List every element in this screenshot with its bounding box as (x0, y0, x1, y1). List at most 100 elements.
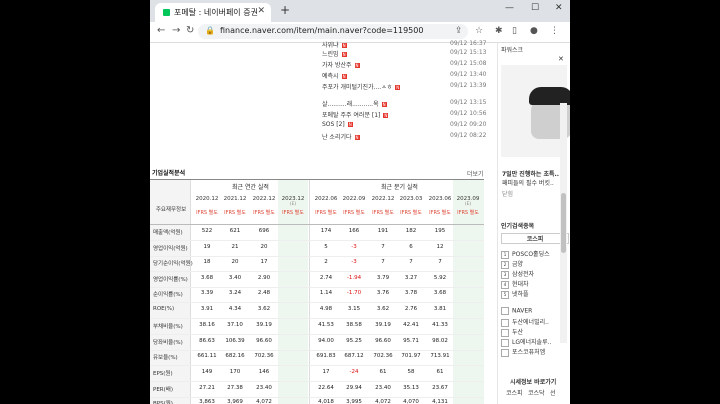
news-title[interactable]: 살..........래...........옥 (322, 101, 379, 108)
table-cell: 166 (348, 228, 360, 234)
popular-stock-item[interactable]: 2 금양 (501, 259, 523, 269)
ifrs-label: IFRS 별도 (343, 210, 365, 216)
news-item[interactable]: 가자 방산주 N (322, 60, 360, 69)
stock-name[interactable]: 금양 (512, 261, 523, 268)
new-tab-icon[interactable]: + (280, 3, 290, 17)
recent-stock-item[interactable]: 포스코퓨처엠 (501, 347, 545, 357)
row-divider (150, 256, 484, 257)
news-item[interactable]: 포메탈 주주 여러분 [1] N (322, 110, 389, 119)
scrollbar-thumb[interactable] (561, 193, 566, 253)
popular-stock-item[interactable]: 3 삼성전자 (501, 269, 534, 279)
stock-name[interactable]: 포스코퓨처엠 (512, 349, 545, 356)
row-label: 유보율(%) (153, 355, 178, 361)
stock-name[interactable]: POSCO홀딩스 (512, 251, 550, 258)
popular-stock-item[interactable]: 4 현대차 (501, 279, 529, 289)
table-cell: 38.16 (199, 322, 215, 328)
ifrs-label: IFRS 별도 (253, 210, 275, 216)
column-divider (309, 180, 310, 404)
table-cell: 17 (260, 259, 268, 265)
more-link[interactable]: 더보기 (467, 169, 484, 178)
news-item[interactable]: 난 소리기다 N (322, 132, 360, 141)
sidebar-ad-image[interactable] (501, 65, 570, 157)
recent-stock-item[interactable]: 두산 (501, 327, 523, 337)
news-item[interactable]: 느린밈 N (322, 49, 347, 58)
period-header: 2022.06 (314, 196, 338, 202)
table-cell: 4,070 (403, 399, 419, 404)
news-item[interactable]: SOS [2] N (322, 121, 353, 128)
close-window-icon[interactable]: ✕ (555, 3, 563, 13)
sidepanel-icon[interactable]: ▯ (512, 26, 517, 36)
ifrs-label: IFRS 별도 (315, 210, 337, 216)
close-tab-icon[interactable]: ✕ (257, 6, 265, 16)
back-icon[interactable]: ← (157, 25, 165, 36)
news-title[interactable]: 주포가 개미털기진가....ㅅㅎ (322, 84, 392, 91)
stock-name[interactable]: 두산 (512, 329, 523, 336)
table-cell: 3.62 (257, 306, 271, 312)
stock-name[interactable]: LG에너지솔루.. (512, 339, 551, 346)
row-divider (150, 271, 484, 272)
table-cell: 3.40 (228, 275, 242, 281)
table-cell: 41.53 (318, 322, 334, 328)
news-item[interactable]: 주포가 개미털기진가....ㅅㅎ N (322, 82, 401, 91)
table-cell: 37.10 (227, 322, 243, 328)
share-icon[interactable]: ⇪ (455, 26, 463, 36)
financial-section-title: 기업실적분석 (152, 170, 186, 177)
stock-name[interactable]: 삼성전자 (512, 271, 534, 278)
kospi-tab[interactable]: 코스피 (501, 233, 569, 244)
stock-name[interactable]: 현대차 (512, 281, 529, 288)
table-cell: 7 (438, 259, 442, 265)
table-cell: 4.98 (319, 306, 333, 312)
row-label: 영업이익(억원) (153, 246, 188, 252)
stock-name[interactable]: NAVER (512, 308, 532, 315)
table-cell: 661.11 (197, 353, 217, 359)
page-scrollbar[interactable] (560, 103, 567, 343)
recent-stock-item[interactable]: 두산에너빌리.. (501, 317, 549, 327)
profile-avatar-icon[interactable]: ● (530, 26, 538, 36)
stock-name[interactable]: 두산에너빌리.. (512, 319, 549, 326)
forward-icon[interactable]: → (172, 25, 180, 36)
table-cell: -1.94 (346, 275, 362, 281)
table-cell: 4,131 (432, 399, 448, 404)
market-tab[interactable]: 선 (550, 388, 556, 397)
ad-caption-1[interactable]: 7일만 진행하는 초특.. (502, 169, 559, 178)
news-item[interactable]: 살..........래...........옥 N (322, 99, 387, 108)
news-title[interactable]: 느린밈 (322, 51, 339, 58)
minimize-icon[interactable]: — (505, 3, 514, 13)
news-title[interactable]: 사위냐 (322, 42, 339, 49)
column-divider (190, 180, 191, 404)
table-cell: 27.38 (227, 385, 243, 391)
sidebar-close-icon[interactable]: ✕ (558, 55, 564, 63)
url-field[interactable]: 🔒 finance.naver.com/item/main.naver?code… (198, 24, 468, 39)
news-title[interactable]: 포메탈 주주 여러분 [1] (322, 112, 380, 119)
recent-stock-item[interactable]: LG에너지솔루.. (501, 337, 551, 347)
news-title[interactable]: 가자 방산주 (322, 62, 352, 69)
popular-stock-item[interactable]: 5 넷하플 (501, 289, 529, 299)
new-badge-icon: N (381, 102, 387, 107)
news-item[interactable]: 사위냐 N (322, 40, 347, 49)
browser-tab[interactable]: 포메탈 : 네이버페이 증권 ✕ (155, 3, 271, 22)
news-title[interactable]: SOS [2] (322, 121, 345, 128)
news-item[interactable]: 예측시 N (322, 71, 347, 80)
recent-icon (501, 318, 509, 327)
tab-bar: 포메탈 : 네이버페이 증권 ✕ + — ☐ ✕ (150, 0, 570, 22)
table-cell: 3.79 (376, 275, 390, 281)
recent-stock-item[interactable]: NAVER (501, 307, 532, 315)
period-header: 2020.12 (195, 196, 219, 202)
news-title[interactable]: 난 소리기다 (322, 134, 352, 141)
reload-icon[interactable]: ↻ (186, 25, 194, 36)
extensions-icon[interactable]: ✱ (495, 26, 503, 36)
financial-table: 최근 연간 실적 최근 분기 실적 주요재무정보 2020.12 IFRS 별도 2021… (150, 179, 484, 404)
table-cell: 149 (201, 369, 213, 375)
table-cell: 39.19 (256, 322, 272, 328)
news-title[interactable]: 예측시 (322, 73, 339, 80)
popular-stock-item[interactable]: 1 POSCO홀딩스 (501, 249, 550, 259)
table-cell: 41.33 (432, 322, 448, 328)
stock-name[interactable]: 넷하플 (512, 291, 529, 298)
ad-close-link[interactable]: 닫힘 (502, 189, 513, 198)
market-tab[interactable]: 코스피 (506, 388, 523, 397)
bookmark-star-icon[interactable]: ☆ (475, 26, 483, 36)
market-tab[interactable]: 코스닥 (528, 388, 545, 397)
table-cell: 3.62 (376, 306, 390, 312)
maximize-icon[interactable]: ☐ (531, 3, 539, 13)
menu-kebab-icon[interactable]: ⋮ (550, 26, 559, 36)
